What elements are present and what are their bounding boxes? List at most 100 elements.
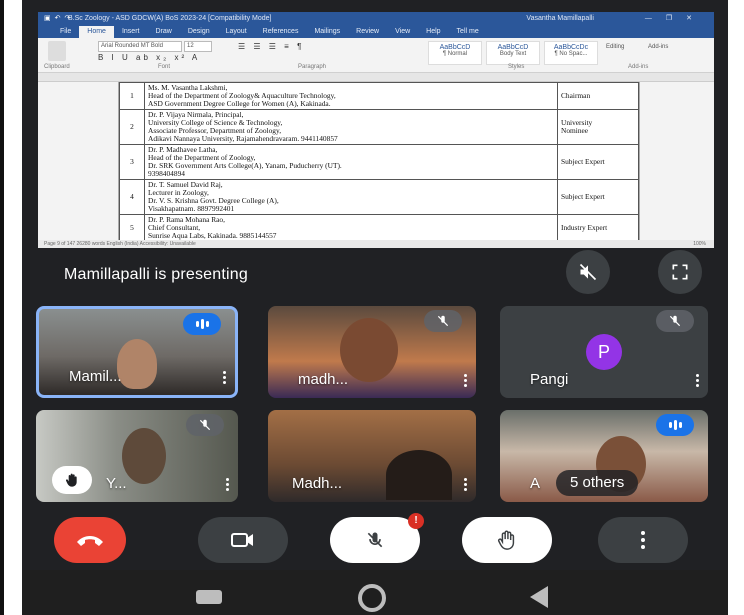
table-cell-role: Industry Expert (557, 214, 639, 240)
hand-icon (498, 530, 515, 550)
table-cell-text: Ms. M. Vasantha Lakshmi, Head of the Dep… (144, 82, 558, 110)
style-option[interactable]: AaBbCcD Body Text (486, 41, 540, 65)
participant-tile-6[interactable]: A 5 others (500, 410, 708, 502)
participant-tile-3[interactable]: P Pangi (500, 306, 708, 398)
table-cell-no: 4 (119, 179, 145, 215)
menu-review[interactable]: Review (348, 26, 387, 38)
participant-tile-2[interactable]: madh... (268, 306, 476, 398)
table-cell-role: University Nominee (557, 109, 639, 145)
menu-mailings[interactable]: Mailings (306, 26, 348, 38)
table-cell-text: Dr. P. Madhavee Latha, Head of the Depar… (144, 144, 558, 180)
mic-off-icon (367, 532, 383, 548)
table-cell-no: 5 (119, 214, 145, 240)
more-options-icon[interactable] (226, 478, 230, 492)
table-row: 2 Dr. P. Vijaya Nirmala, Principal, Unive… (119, 109, 639, 145)
table-row: 1 Ms. M. Vasantha Lakshmi, Head of the De… (119, 82, 639, 110)
recents-icon[interactable] (196, 590, 222, 604)
table-row: 5 Dr. P. Rama Mohana Rao, Chief Consultan… (119, 214, 639, 240)
fullscreen-button[interactable] (658, 250, 702, 294)
group-addins: Add-ins (628, 64, 649, 70)
font-size-box: 12 (184, 41, 212, 52)
mic-off-icon (424, 310, 462, 332)
avatar-letter: P (597, 341, 610, 362)
editing-button: Editing (606, 44, 625, 50)
paragraph-icons: ☰ ☰ ☰ ≡ ¶ (238, 42, 305, 51)
menu-view[interactable]: View (387, 26, 418, 38)
end-call-icon (77, 536, 103, 546)
zoom-level: 100% (693, 241, 706, 247)
menu-file[interactable]: File (52, 26, 79, 38)
menu-design[interactable]: Design (180, 26, 218, 38)
document-page: 1 Ms. M. Vasantha Lakshmi, Head of the De… (118, 82, 640, 240)
participant-name: Mamil... (69, 368, 122, 385)
participant-video (122, 428, 166, 484)
camera-icon (231, 533, 253, 547)
participant-video (386, 450, 452, 500)
table-cell-text: Dr. P. Rama Mohana Rao, Chief Consultant… (144, 214, 558, 240)
shared-screen: ▣↶↷ B.Sc Zoology - ASD GDCW(A) BoS 2023-… (38, 12, 714, 248)
presenting-bar: Mamillapalli is presenting (38, 248, 714, 296)
mute-presentation-button[interactable] (566, 250, 610, 294)
speaking-indicator-icon (183, 313, 221, 335)
mic-off-icon (186, 414, 224, 436)
menu-layout[interactable]: Layout (218, 26, 255, 38)
word-titlebar: ▣↶↷ B.Sc Zoology - ASD GDCW(A) BoS 2023-… (38, 12, 714, 26)
addins-button: Add-ins (648, 44, 669, 50)
participant-name: Y... (106, 475, 127, 492)
quick-access-icons: ▣↶↷ (44, 15, 75, 22)
menu-insert[interactable]: Insert (114, 26, 148, 38)
group-font: Font (158, 64, 171, 70)
style-name: Body Text (499, 51, 527, 57)
others-count-badge[interactable]: 5 others (556, 470, 639, 496)
menu-tell-me[interactable]: Tell me (449, 26, 487, 38)
more-options-icon[interactable] (464, 374, 468, 388)
table-cell-no: 1 (119, 82, 145, 110)
raise-hand-button[interactable] (462, 517, 552, 563)
word-ribbon: Arial Rounded MT Bold 12 B I U ab x₂ x² … (38, 38, 714, 73)
mic-off-icon (656, 310, 694, 332)
android-nav-bar (22, 570, 728, 615)
word-statusbar: Page 9 of 147 26280 words English (India… (38, 240, 714, 248)
font-name-box: Arial Rounded MT Bold (98, 41, 182, 52)
participant-tile-5[interactable]: Madh... (268, 410, 476, 502)
more-vert-icon (641, 531, 645, 549)
menu-home[interactable]: Home (79, 26, 114, 38)
menu-draw[interactable]: Draw (147, 26, 179, 38)
group-clipboard: Clipboard (44, 64, 70, 70)
hand-raised-icon (52, 466, 92, 494)
style-option[interactable]: AaBbCcDc ¶ No Spac... (544, 41, 598, 65)
style-option[interactable]: AaBbCcD ¶ Normal (428, 41, 482, 65)
left-edge (0, 0, 4, 615)
more-options-icon[interactable] (223, 371, 227, 385)
participant-tile-4[interactable]: Y... (36, 410, 238, 502)
end-call-button[interactable] (54, 517, 126, 563)
word-user: Vasantha Mamillapalli (526, 15, 594, 22)
table-cell-no: 3 (119, 144, 145, 180)
back-icon[interactable] (530, 586, 548, 608)
window-controls-icon: —❐✕ (644, 15, 706, 22)
table-cell-role: Chairman (557, 82, 639, 110)
participant-video (340, 318, 398, 382)
table-row: 3 Dr. P. Madhavee Latha, Head of the Depa… (119, 144, 639, 180)
menu-help[interactable]: Help (418, 26, 448, 38)
more-options-icon[interactable] (464, 478, 468, 492)
table-cell-role: Subject Expert (557, 144, 639, 180)
table-cell-text: Dr. T. Samuel David Raj, Lecturer in Zoo… (144, 179, 558, 215)
table-cell-no: 2 (119, 109, 145, 145)
more-options-button[interactable] (598, 517, 688, 563)
speaking-indicator-icon (656, 414, 694, 436)
style-sample: AaBbCcD (497, 44, 529, 51)
style-name: ¶ No Spac... (554, 51, 588, 57)
more-options-icon[interactable] (696, 374, 700, 388)
table-row: 4 Dr. T. Samuel David Raj, Lecturer in Zo… (119, 179, 639, 215)
word-menubar: File Home Insert Draw Design Layout References… (38, 26, 714, 38)
table-cell-text: Dr. P. Vijaya Nirmala, Principal, Univer… (144, 109, 558, 145)
mic-button[interactable]: ! (330, 513, 424, 563)
menu-references[interactable]: References (255, 26, 307, 38)
home-icon[interactable] (358, 584, 386, 612)
camera-button[interactable] (198, 517, 288, 563)
participant-tile-1[interactable]: Mamil... (36, 306, 238, 398)
speaker-off-icon (579, 263, 597, 281)
presenting-label: Mamillapalli is presenting (64, 266, 248, 283)
meet-app: ▣↶↷ B.Sc Zoology - ASD GDCW(A) BoS 2023-… (22, 0, 744, 615)
